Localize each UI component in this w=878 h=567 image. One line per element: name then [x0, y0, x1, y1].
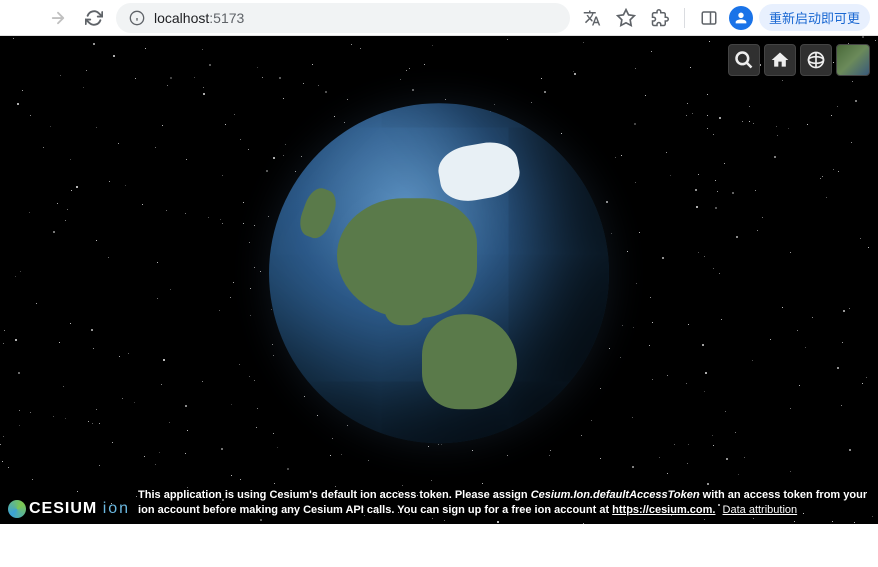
bookmark-star-icon[interactable]	[612, 4, 640, 32]
browser-toolbar: localhost:5173 重新启动即可更	[0, 0, 878, 36]
address-bar[interactable]: localhost:5173	[116, 3, 570, 33]
cesium-signup-link[interactable]: https://cesium.com.	[612, 504, 715, 516]
scene-mode-picker-icon[interactable]	[800, 44, 832, 76]
cesium-toolbar	[728, 44, 870, 76]
geocoder-search-button[interactable]	[728, 44, 760, 76]
toolbar-divider	[684, 8, 685, 28]
extensions-icon[interactable]	[646, 4, 674, 32]
earth-globe[interactable]	[269, 103, 609, 443]
access-token-warning: This application is using Cesium's defau…	[138, 488, 870, 518]
url-text: localhost:5173	[154, 10, 244, 26]
forward-button[interactable]	[44, 4, 72, 32]
restart-update-pill[interactable]: 重新启动即可更	[759, 4, 870, 31]
cesium-logo-icon	[8, 500, 26, 518]
base-layer-picker-icon[interactable]	[836, 44, 870, 76]
sidepanel-icon[interactable]	[695, 4, 723, 32]
reload-button[interactable]	[80, 4, 108, 32]
bottom-white-area	[0, 524, 878, 567]
cesium-credits-bar: CESIUM ion This application is using Ces…	[0, 484, 878, 524]
cesium-logo-brand: CESIUM	[29, 500, 97, 518]
translate-icon[interactable]	[578, 4, 606, 32]
profile-avatar[interactable]	[729, 6, 753, 30]
site-info-icon[interactable]	[128, 9, 146, 27]
back-button	[8, 4, 36, 32]
home-button[interactable]	[764, 44, 796, 76]
cesium-viewport[interactable]: CESIUM ion This application is using Ces…	[0, 36, 878, 524]
cesium-logo[interactable]: CESIUM ion	[8, 500, 130, 518]
cesium-logo-ion: ion	[103, 500, 130, 518]
data-attribution-link[interactable]: Data attribution	[723, 504, 798, 516]
